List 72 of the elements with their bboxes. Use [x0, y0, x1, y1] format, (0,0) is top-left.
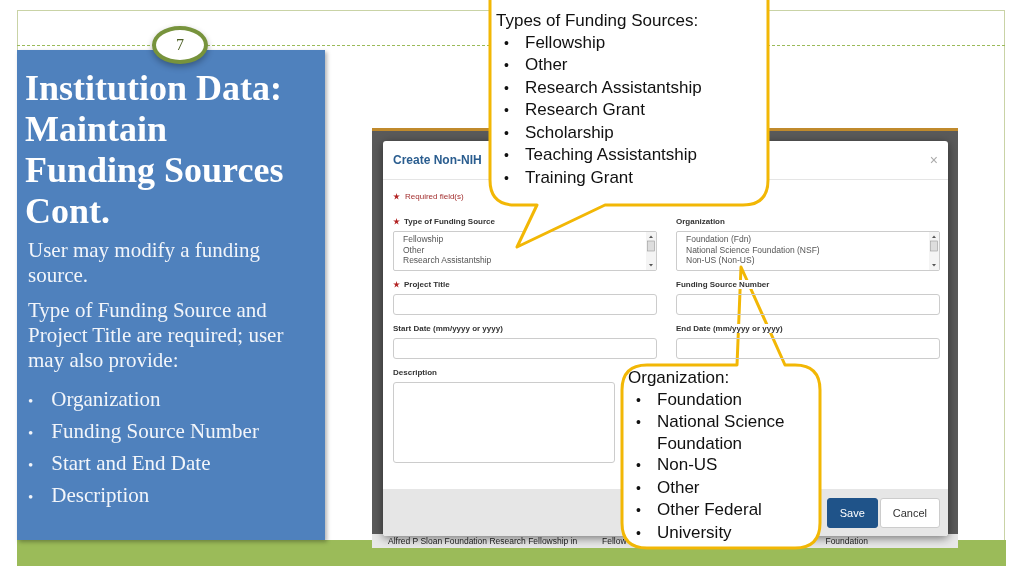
callout-item: Research Assistantship [525, 76, 702, 98]
bullet-text: Funding Source Number [51, 419, 259, 444]
body-text: Type of Funding Source and Project Title are required; user may also provide: [28, 298, 285, 373]
dialog-title: Create Non-NIH [393, 153, 482, 167]
callout-item: Teaching Assistantship [525, 144, 697, 166]
list-option[interactable]: Other [403, 244, 637, 255]
bullet: • [635, 413, 642, 432]
callout-item: Training Grant [525, 166, 634, 188]
bullet-text: Start and End Date [51, 451, 211, 476]
callout-heading: Types of Funding Sources: [496, 10, 700, 32]
scrollbar[interactable] [646, 232, 656, 270]
asterisk-icon [393, 192, 400, 200]
list-box[interactable]: Foundation (Fdn) National Science Foundation (NSF) Non-US (Non-US) [676, 231, 940, 271]
bullet: • [28, 392, 34, 411]
slide-title: Funding Sources [25, 150, 284, 191]
slide-title: Cont. [25, 191, 110, 232]
list-option[interactable]: Fellowship [403, 234, 637, 245]
list-option[interactable]: Non-US (Non-US) [686, 255, 920, 266]
input-field[interactable] [393, 294, 657, 315]
callout-item: National Science Foundation [657, 411, 786, 454]
bullet: • [503, 123, 510, 143]
input-field[interactable] [676, 338, 940, 359]
field-label: Description [393, 368, 437, 377]
callout-item: University [657, 521, 732, 543]
field-label: Start Date (mm/yyyy or yyyy) [393, 324, 503, 333]
bullet: • [503, 33, 510, 53]
bullet: • [503, 101, 510, 120]
table-cell-text: Alfred P Sloan Foundation Research Fellowship in [388, 536, 579, 546]
field-label: Type of Funding Source [404, 217, 495, 226]
body-text: User may modify a funding source. [28, 238, 262, 288]
bullet: • [635, 501, 642, 520]
callout-item: Foundation [657, 388, 743, 410]
bullet: • [503, 146, 510, 165]
field-label: Funding Source Number [676, 280, 770, 289]
field-label: Organization [676, 217, 725, 226]
field-label: End Date (mm/yyyy or yyyy) [676, 324, 783, 333]
callout-item: Other [525, 54, 568, 76]
list-option[interactable]: Foundation (Fdn) [686, 234, 920, 245]
table-cell: Foundation [825, 536, 868, 546]
scrollbar[interactable] [929, 232, 939, 270]
bullet: • [503, 56, 510, 75]
list-option[interactable]: National Science Foundation (NSF) [686, 244, 920, 255]
cancel-button[interactable]: Cancel [879, 497, 940, 528]
bullet: • [503, 168, 510, 188]
list-option[interactable]: Research Assistantship [403, 255, 637, 266]
bullet: • [503, 78, 510, 98]
slide-title: Institution Data: [25, 68, 283, 109]
bullet-text: Organization [51, 387, 161, 412]
table-cell: Fellow [602, 536, 627, 546]
callout-item: Research Grant [525, 99, 645, 121]
bullet: • [635, 478, 642, 498]
bullet: • [28, 424, 34, 443]
callout-item: Non-US [657, 454, 718, 476]
input-field[interactable] [676, 294, 940, 315]
input-field[interactable] [393, 338, 657, 359]
bullet-text: Description [51, 483, 150, 508]
callout-item: Scholarship [525, 121, 614, 143]
bullet: • [635, 456, 642, 475]
field-label: Project Title [404, 280, 450, 289]
bullet: • [28, 488, 34, 507]
bullet: • [28, 456, 34, 475]
callout-item: Fellowship [525, 31, 606, 53]
callout-item: Other Federal [657, 499, 762, 521]
slide-title: Maintain [25, 109, 167, 150]
callout-item: Other [657, 476, 700, 498]
save-button[interactable]: Save [826, 497, 878, 528]
bullet: • [635, 523, 642, 543]
callout-heading: Organization: [628, 367, 731, 389]
input-field[interactable] [393, 382, 615, 463]
bullet: • [635, 390, 642, 410]
slide-number: 7 [152, 26, 208, 64]
required-note: Required field(s) [405, 191, 464, 201]
